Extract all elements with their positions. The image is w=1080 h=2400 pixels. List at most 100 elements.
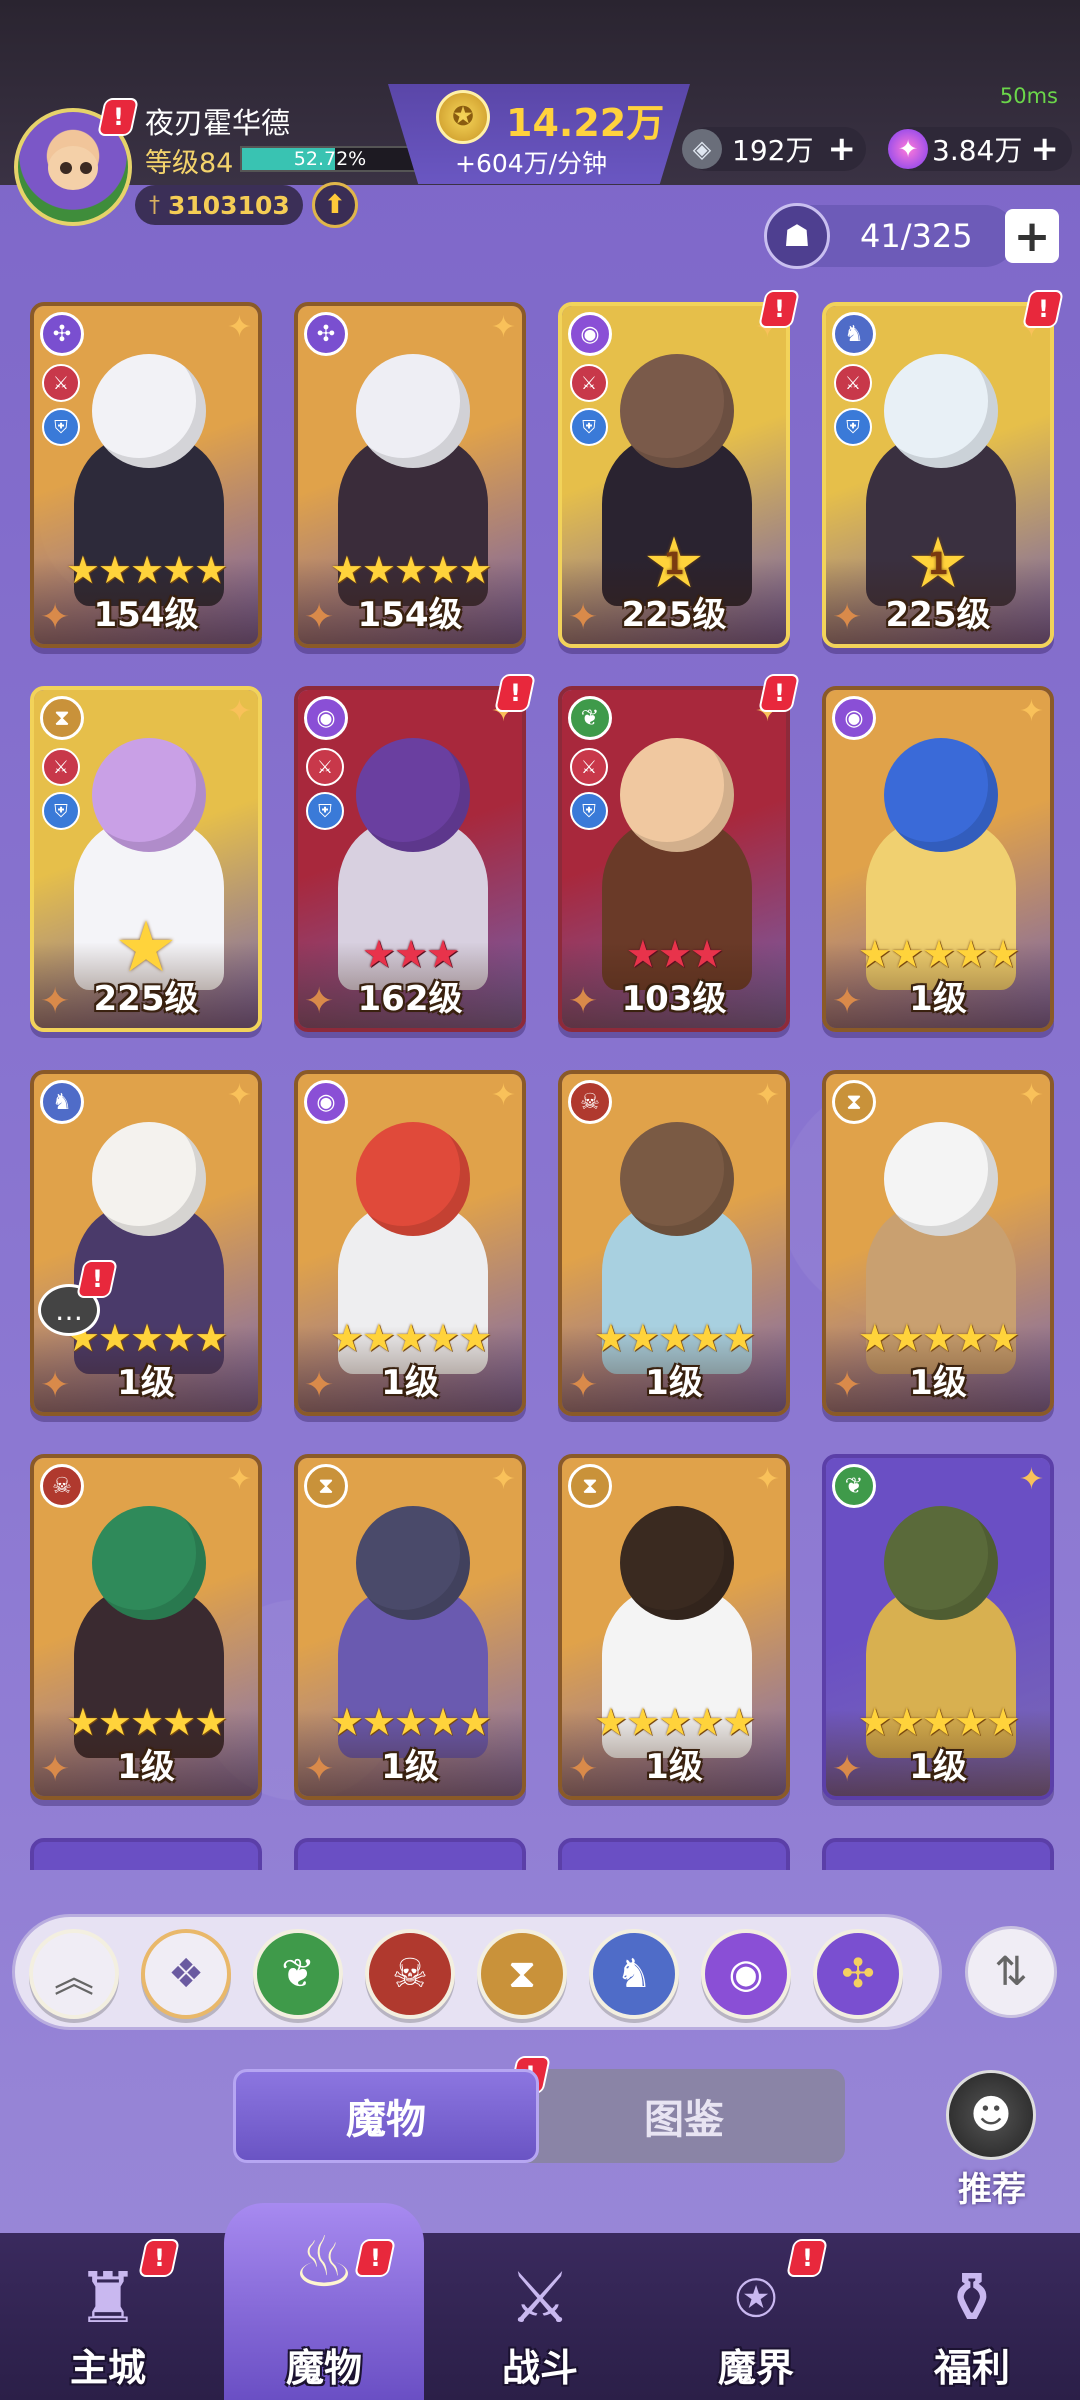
monster-card[interactable]: ☠ ✦ ✦ ★★★★★ 1级 — [558, 1070, 790, 1416]
monster-level: 1级 — [117, 1363, 175, 1403]
attack-icon: ⚔ — [42, 364, 80, 402]
monster-art-head — [620, 1122, 734, 1236]
star-currency: ✦ 3.84万 + — [888, 127, 1072, 171]
nav-alert-badge: ! — [788, 2241, 826, 2275]
attack-icon: ⚔ — [570, 748, 608, 786]
monster-card[interactable]: ♞ ✦ ✦ ★★★★★… 1级 — [30, 1070, 262, 1416]
monster-art-head — [92, 354, 206, 468]
gem-add-button[interactable]: + — [827, 129, 856, 169]
corner-star-icon: ✦ — [1018, 694, 1044, 729]
shield-icon: ⛨ — [42, 792, 80, 830]
monster-card[interactable]: ✣ ✦ ✦ ★★★★★ 154级 — [294, 302, 526, 648]
star-rating: ★★★★★ — [593, 1316, 756, 1360]
monster-card[interactable]: ❦ ⚔ ⛨ ✦ ✦ ★★★ 103级 — [558, 686, 790, 1032]
nav-castle[interactable]: ♜ 主城! — [8, 2233, 208, 2400]
expand-roster-button[interactable]: + — [1005, 209, 1059, 263]
filter-eye-icon[interactable]: ◉ — [701, 1929, 791, 2019]
monster-card[interactable]: ⧗ ✦ ✦ ★★★★★ 1级 — [294, 1454, 526, 1800]
monster-level: 1级 — [381, 1747, 439, 1787]
monster-card-partial[interactable] — [822, 1838, 1054, 1870]
roster-count: ☗ 41/325 — [764, 203, 1016, 269]
filter-shuriken-icon[interactable]: ✣ — [813, 1929, 903, 2019]
filter-leaf-icon[interactable]: ❦ — [253, 1929, 343, 2019]
monster-art-head — [884, 354, 998, 468]
monster-card-partial[interactable] — [30, 1838, 262, 1870]
corner-star-icon: ✦ — [490, 1462, 516, 1497]
dragon-icon: ♞ — [40, 1080, 84, 1124]
star-amount: 3.84万 — [932, 134, 1023, 167]
nav-label: 魔物 — [285, 2346, 362, 2390]
shield-icon: ⛨ — [834, 408, 872, 446]
tab-monsters[interactable]: 魔物 — [233, 2069, 539, 2163]
monster-level: 1级 — [909, 1363, 967, 1403]
monster-art-head — [356, 1506, 470, 1620]
tab-codex[interactable]: 图鉴 — [523, 2069, 845, 2163]
shield-icon: ⛨ — [42, 408, 80, 446]
corner-star-icon: ✦ — [490, 310, 516, 345]
monster-card[interactable]: ✣ ⚔ ⛨ ✦ ✦ ★★★★★ 154级 — [30, 302, 262, 648]
monster-card[interactable]: ☠ ✦ ✦ ★★★★★ 1级 — [30, 1454, 262, 1800]
gem-icon: ◈ — [682, 129, 722, 169]
monster-art-head — [884, 738, 998, 852]
corner-star-icon: ✦ — [226, 310, 252, 345]
exp-bar: 52.72% — [240, 146, 420, 172]
attack-icon: ⚔ — [834, 364, 872, 402]
monster-level: 225级 — [621, 595, 727, 635]
roster-count-text: 41/325 — [860, 217, 973, 255]
nav-flame[interactable]: ♨ 魔物! — [224, 2203, 424, 2400]
ping-indicator: 50ms — [999, 84, 1058, 108]
monster-art-head — [92, 1122, 206, 1236]
eye-icon: ◉ — [568, 312, 612, 356]
hourglass-icon: ⧗ — [832, 1080, 876, 1124]
monster-level: 1级 — [381, 1363, 439, 1403]
monster-card[interactable]: ❦ ✦ ✦ ★★★★★ 1级 — [822, 1454, 1054, 1800]
star-add-button[interactable]: + — [1030, 129, 1059, 169]
card-alert-badge: ! — [760, 676, 798, 710]
monster-art-head — [92, 1506, 206, 1620]
power-display: † 3103103 — [135, 185, 303, 225]
monster-card-partial[interactable] — [294, 1838, 526, 1870]
monster-grid: ✣ ⚔ ⛨ ✦ ✦ ★★★★★ 154级 ✣ ✦ ✦ ★★★★★ 154级 ◉ ⚔ ⛨ ✦ ✦ ★ 1 225级!… — [0, 0, 1080, 1870]
sort-button[interactable]: ⇅ — [965, 1926, 1057, 2018]
filter-collapse-icon[interactable]: ︽ — [29, 1929, 119, 2019]
shield-icon: ⛨ — [570, 408, 608, 446]
monster-level: 1级 — [645, 1363, 703, 1403]
monster-card-partial[interactable] — [558, 1838, 790, 1870]
monster-card[interactable]: ⧗ ⚔ ⛨ ✦ ✦ ★ 225级 — [30, 686, 262, 1032]
monster-card[interactable]: ◉ ✦ ✦ ★★★★★ 1级 — [822, 686, 1054, 1032]
filter-dragon-icon[interactable]: ♞ — [589, 1929, 679, 2019]
nav-sword-shield[interactable]: ⚔ 战斗 — [440, 2233, 640, 2400]
star-rating: ★★★★★ — [329, 1700, 492, 1744]
bottom-nav: ♜ 主城! ♨ 魔物! ⚔ 战斗 ⍟ 魔界! ⚱ 福利 — [0, 2203, 1080, 2400]
eye-icon: ◉ — [304, 696, 348, 740]
monster-card[interactable]: ⧗ ✦ ✦ ★★★★★ 1级 — [822, 1070, 1054, 1416]
nav-alert-badge: ! — [356, 2241, 394, 2275]
player-level: 等级84 — [145, 148, 234, 179]
star-gem-icon: ✦ — [888, 129, 928, 169]
exp-percent: 52.72% — [293, 148, 367, 170]
hourglass-icon: ⧗ — [40, 696, 84, 740]
recommend-button[interactable]: ☻ — [946, 2070, 1036, 2160]
leaf-icon: ❦ — [568, 696, 612, 740]
eye-icon: ◉ — [304, 1080, 348, 1124]
nav-treasure-chest[interactable]: ⚱ 福利 — [872, 2233, 1072, 2400]
monster-card[interactable]: ⧗ ✦ ✦ ★★★★★ 1级 — [558, 1454, 790, 1800]
sword-icon: † — [149, 192, 160, 218]
monster-art-head — [356, 738, 470, 852]
monster-card[interactable]: ◉ ⚔ ⛨ ✦ ✦ ★ 1 225级 — [558, 302, 790, 648]
monster-card[interactable]: ◉ ⚔ ⛨ ✦ ✦ ★★★ 162级 — [294, 686, 526, 1032]
monster-level: 225级 — [885, 595, 991, 635]
filter-hourglass-icon[interactable]: ⧗ — [477, 1929, 567, 2019]
gold-rate: +604万/分钟 — [455, 149, 608, 178]
corner-star-icon: ✦ — [226, 1078, 252, 1113]
power-value: 3103103 — [168, 190, 290, 220]
corner-star-icon: ✦ — [1018, 1462, 1044, 1497]
monster-card[interactable]: ♞ ⚔ ⛨ ✦ ✦ ★ 1 225级 — [822, 302, 1054, 648]
recommend-label: 推荐 — [958, 2170, 1026, 2210]
power-up-arrow-icon[interactable]: ⬆ — [312, 182, 358, 228]
star-rating: ★★★★★ — [857, 1316, 1020, 1360]
nav-portal[interactable]: ⍟ 魔界! — [656, 2233, 856, 2400]
filter-all-icon[interactable]: ❖ — [141, 1929, 231, 2019]
monster-card[interactable]: ◉ ✦ ✦ ★★★★★ 1级 — [294, 1070, 526, 1416]
filter-demon-icon[interactable]: ☠ — [365, 1929, 455, 2019]
